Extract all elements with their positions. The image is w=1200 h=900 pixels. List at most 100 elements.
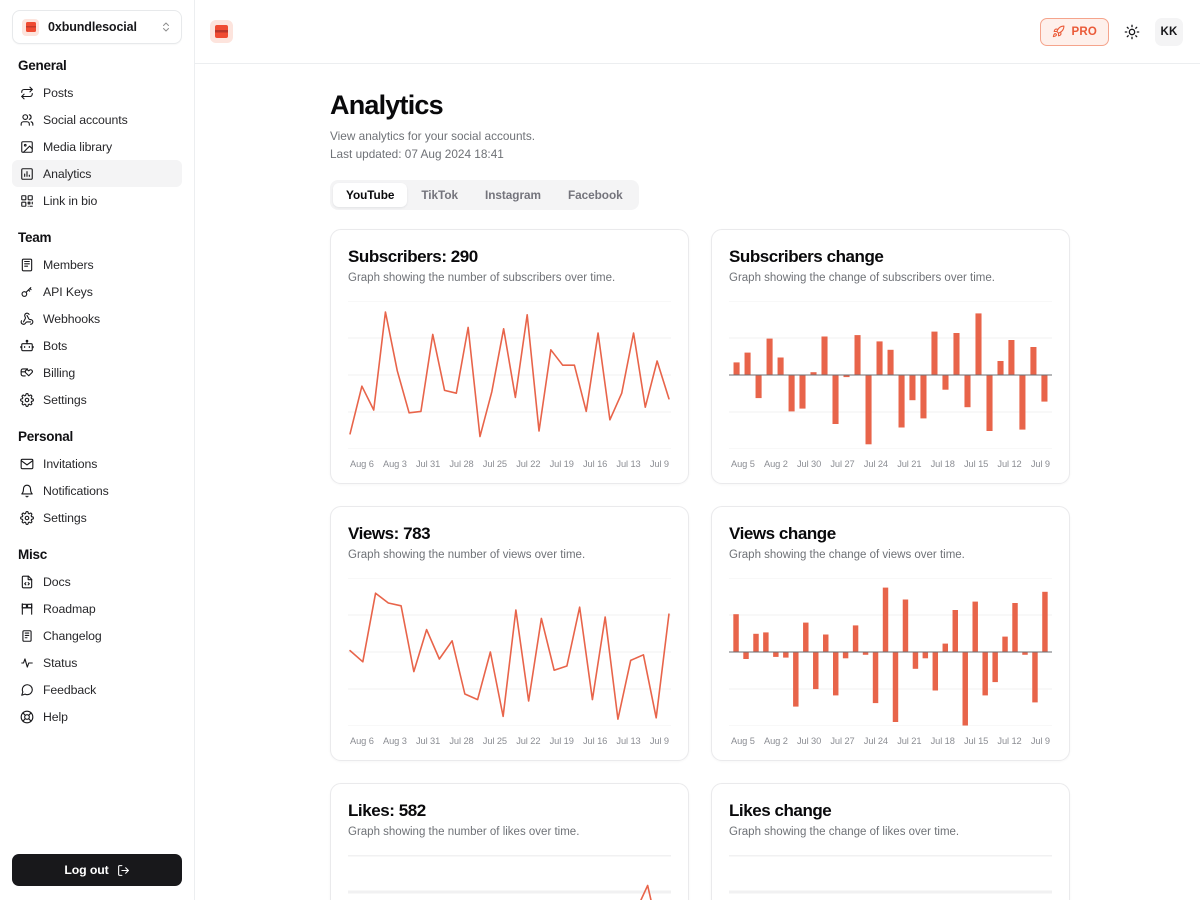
- sidebar-item-docs[interactable]: Docs: [12, 568, 182, 595]
- bar-chart-icon: [20, 167, 34, 181]
- chart-container[interactable]: Aug 5 Aug 2 Jul 30 Jul 27 Jul 24 Jul 21 Jul 18…: [729, 577, 1052, 746]
- avatar[interactable]: KK: [1155, 17, 1183, 46]
- app-logo-icon[interactable]: [210, 20, 233, 43]
- chevron-up-down-icon: [163, 22, 169, 32]
- chart-canvas: [348, 577, 671, 726]
- sidebar-item-roadmap[interactable]: Roadmap: [12, 595, 182, 622]
- axis-tick-label: Jul 28: [449, 458, 474, 469]
- sidebar-item-label: Help: [43, 709, 68, 724]
- credit-card-heart-icon: [20, 366, 34, 380]
- tab-instagram[interactable]: Instagram: [472, 183, 554, 207]
- sidebar-item-bots[interactable]: Bots: [12, 332, 182, 359]
- nav-group: Team Members API Keys Webhooks Bots Billing Se…: [12, 230, 182, 413]
- sidebar-item-help[interactable]: Help: [12, 703, 182, 730]
- sun-icon: [1124, 24, 1140, 39]
- card-title: Likes: 582: [348, 800, 426, 820]
- sidebar-item-api-keys[interactable]: API Keys: [12, 278, 182, 305]
- axis-tick-label: Jul 31: [415, 735, 441, 746]
- sidebar-item-feedback[interactable]: Feedback: [12, 676, 182, 703]
- nav-group-title: General: [18, 58, 67, 73]
- analytics-cards: Subscribers: 290 Graph showing the number…: [330, 228, 1070, 900]
- chart-canvas: [348, 854, 671, 900]
- lifebuoy-icon: [20, 710, 34, 724]
- chart-container[interactable]: [348, 854, 671, 900]
- sidebar-item-settings[interactable]: Settings: [12, 504, 182, 531]
- axis-tick-label: Aug 6: [350, 735, 374, 746]
- tab-label: YouTube: [346, 187, 395, 202]
- axis-tick-label: Jul 13: [616, 735, 641, 746]
- sidebar-item-posts[interactable]: Posts: [12, 79, 182, 106]
- card-description: Graph showing the number of views over t…: [348, 548, 586, 561]
- sidebar-item-label: Posts: [43, 85, 74, 100]
- analytics-card-views-change: Views change Graph showing the change of …: [711, 505, 1070, 761]
- axis-tick-label: Jul 28: [449, 735, 474, 746]
- platform-tabs: YouTube TikTok Instagram Facebook: [330, 179, 639, 210]
- sidebar-item-label: Media library: [43, 139, 113, 154]
- tab-label: Instagram: [485, 187, 541, 202]
- page-subtitle-line1: View analytics for your social accounts.: [330, 129, 536, 144]
- tab-tiktok[interactable]: TikTok: [408, 183, 471, 207]
- sidebar-item-analytics[interactable]: Analytics: [12, 160, 182, 187]
- axis-tick-label: Aug 2: [763, 458, 788, 469]
- logout-button[interactable]: Log out: [12, 854, 182, 886]
- sidebar-item-label: Roadmap: [43, 601, 96, 616]
- org-name: 0xbundlesocial: [48, 20, 137, 34]
- sidebar-item-settings[interactable]: Settings: [12, 386, 182, 413]
- sidebar-item-label: Invitations: [43, 456, 98, 471]
- axis-tick-label: Jul 12: [997, 735, 1022, 746]
- chart-canvas: [729, 854, 1052, 894]
- chart-container[interactable]: Aug 5 Aug 2 Jul 30 Jul 27 Jul 24 Jul 21 Jul 18…: [729, 300, 1052, 469]
- pro-badge[interactable]: PRO: [1040, 17, 1109, 46]
- card-title: Subscribers: 290: [348, 246, 478, 266]
- sidebar-item-status[interactable]: Status: [12, 649, 182, 676]
- sidebar-item-invitations[interactable]: Invitations: [12, 450, 182, 477]
- chart-container[interactable]: Aug 6 Aug 3 Jul 31 Jul 28 Jul 25 Jul 22 Jul 19…: [348, 300, 671, 469]
- sidebar-item-label: Docs: [43, 574, 71, 589]
- sidebar-item-billing[interactable]: Billing: [12, 359, 182, 386]
- sidebar-item-notifications[interactable]: Notifications: [12, 477, 182, 504]
- axis-tick-label: Jul 24: [863, 735, 888, 746]
- card-description: Graph showing the number of subscribers …: [348, 271, 616, 284]
- sidebar-item-label: Social accounts: [43, 112, 128, 127]
- sidebar-item-label: Link in bio: [43, 193, 98, 208]
- bot-icon: [20, 339, 34, 353]
- sidebar-item-members[interactable]: Members: [12, 251, 182, 278]
- key-icon: [20, 285, 34, 299]
- axis-tick-label: Jul 21: [897, 735, 922, 746]
- sidebar: 0xbundlesocial General Posts Social accoun…: [0, 0, 195, 900]
- axis-tick-label: Jul 19: [549, 735, 574, 746]
- sidebar-item-label: Notifications: [43, 483, 109, 498]
- tab-facebook[interactable]: Facebook: [555, 183, 636, 207]
- theme-toggle-button[interactable]: [1118, 18, 1146, 46]
- org-switcher[interactable]: 0xbundlesocial: [12, 10, 182, 44]
- activity-pulse-icon: [20, 656, 34, 670]
- app-root: 0xbundlesocial General Posts Social accoun…: [0, 0, 1200, 900]
- card-description: Graph showing the change of views over t…: [729, 548, 965, 561]
- axis-tick-label: Jul 22: [516, 458, 541, 469]
- sidebar-item-changelog[interactable]: Changelog: [12, 622, 182, 649]
- axis-tick-label: Jul 12: [997, 458, 1022, 469]
- sidebar-item-media-library[interactable]: Media library: [12, 133, 182, 160]
- card-title: Likes change: [729, 800, 832, 820]
- sidebar-item-link-in-bio[interactable]: Link in bio: [12, 187, 182, 214]
- chart-container[interactable]: [729, 854, 1052, 900]
- top-bar: PRO KK: [195, 0, 1200, 64]
- card-description: Graph showing the change of subscribers …: [729, 271, 995, 284]
- axis-tick-label: Aug 5: [731, 735, 755, 746]
- repeat-icon: [20, 86, 34, 100]
- tab-youtube[interactable]: YouTube: [333, 182, 408, 207]
- axis-tick-label: Jul 31: [415, 458, 441, 469]
- sidebar-item-label: Feedback: [43, 682, 97, 697]
- org-logo-icon: [22, 18, 39, 36]
- chart-x-axis: Aug 6 Aug 3 Jul 31 Jul 28 Jul 25 Jul 22 Jul 19…: [348, 459, 671, 469]
- users-icon: [20, 113, 34, 127]
- chart-container[interactable]: Aug 6 Aug 3 Jul 31 Jul 28 Jul 25 Jul 22 Jul 19…: [348, 577, 671, 746]
- sidebar-item-webhooks[interactable]: Webhooks: [12, 305, 182, 332]
- chart-x-axis: Aug 5 Aug 2 Jul 30 Jul 27 Jul 24 Jul 21 Jul 18…: [729, 459, 1052, 469]
- sidebar-item-social-accounts[interactable]: Social accounts: [12, 106, 182, 133]
- sidebar-item-label: Bots: [43, 338, 68, 353]
- analytics-card-views: Views: 783 Graph showing the number of vi…: [330, 505, 689, 761]
- axis-tick-label: Jul 16: [583, 458, 608, 469]
- axis-tick-label: Jul 9: [649, 458, 669, 469]
- sidebar-nav: General Posts Social accounts Media library…: [12, 44, 182, 854]
